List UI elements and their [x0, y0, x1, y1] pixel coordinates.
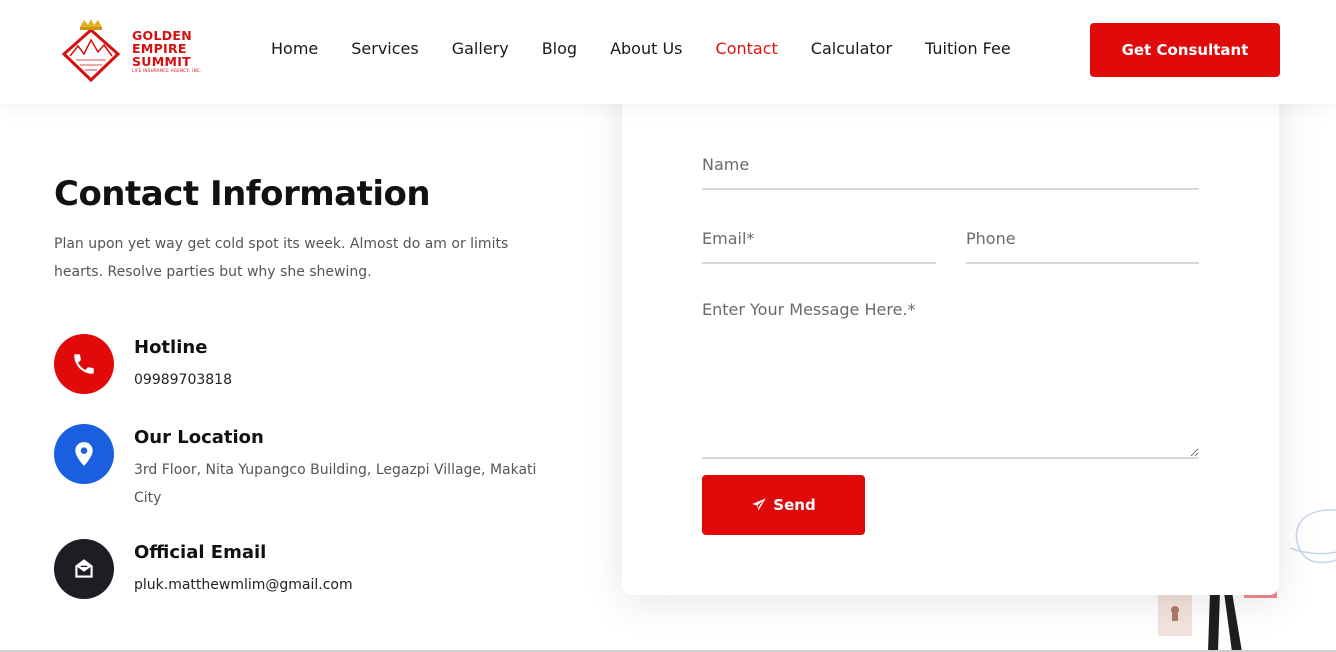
phone-icon: [54, 334, 114, 394]
send-button[interactable]: Send: [702, 475, 865, 535]
nav-gallery[interactable]: Gallery: [452, 39, 509, 58]
diamond-crown-logo-icon: [56, 18, 126, 84]
nav-blog[interactable]: Blog: [542, 39, 577, 58]
logo-wordmark: GOLDEN EMPIRE SUMMIT LIFE INSURANCE AGEN…: [132, 29, 202, 74]
logo-tagline: LIFE INSURANCE AGENCY, INC.: [132, 67, 202, 73]
logo-line-3: SUMMIT: [132, 53, 192, 69]
location-title: Our Location: [134, 427, 264, 448]
location-item: Our Location 3rd Floor, Nita Yupangco Bu…: [54, 424, 554, 512]
logo-line-2: EMPIRE: [132, 40, 187, 56]
email-item: Official Email pluk.matthewmlim@gmail.co…: [54, 539, 554, 599]
paper-plane-icon: [752, 498, 766, 511]
get-consultant-button[interactable]: Get Consultant: [1090, 23, 1280, 77]
hotline-item: Hotline 09989703818: [54, 334, 554, 394]
nav-contact[interactable]: Contact: [716, 39, 778, 58]
phone-input[interactable]: [966, 214, 1199, 264]
location-address: 3rd Floor, Nita Yupangco Building, Legaz…: [134, 462, 537, 506]
email-title: Official Email: [134, 542, 267, 563]
send-button-label: Send: [773, 496, 816, 514]
nav-about-us[interactable]: About Us: [610, 39, 682, 58]
nav-tuition-fee[interactable]: Tuition Fee: [925, 39, 1011, 58]
site-logo[interactable]: GOLDEN EMPIRE SUMMIT LIFE INSURANCE AGEN…: [56, 18, 206, 84]
nav-calculator[interactable]: Calculator: [811, 39, 892, 58]
nav-home[interactable]: Home: [271, 39, 318, 58]
name-input[interactable]: [702, 140, 1199, 190]
main-nav: Home Services Gallery Blog About Us Cont…: [271, 39, 1044, 58]
location-pin-icon: [54, 424, 114, 484]
hotline-number[interactable]: 09989703818: [134, 366, 554, 394]
email-address[interactable]: pluk.matthewmlim@gmail.com: [134, 571, 554, 599]
contact-info-title: Contact Information: [54, 174, 431, 214]
message-textarea[interactable]: [702, 300, 1199, 459]
envelope-icon: [54, 539, 114, 599]
logo-line-1: GOLDEN: [132, 27, 193, 43]
contact-form-card: Send: [622, 60, 1279, 595]
hotline-title: Hotline: [134, 337, 208, 358]
site-header: GOLDEN EMPIRE SUMMIT LIFE INSURANCE AGEN…: [0, 0, 1336, 104]
nav-services[interactable]: Services: [351, 39, 418, 58]
contact-info-description: Plan upon yet way get cold spot its week…: [54, 236, 509, 280]
email-input[interactable]: [702, 214, 936, 264]
